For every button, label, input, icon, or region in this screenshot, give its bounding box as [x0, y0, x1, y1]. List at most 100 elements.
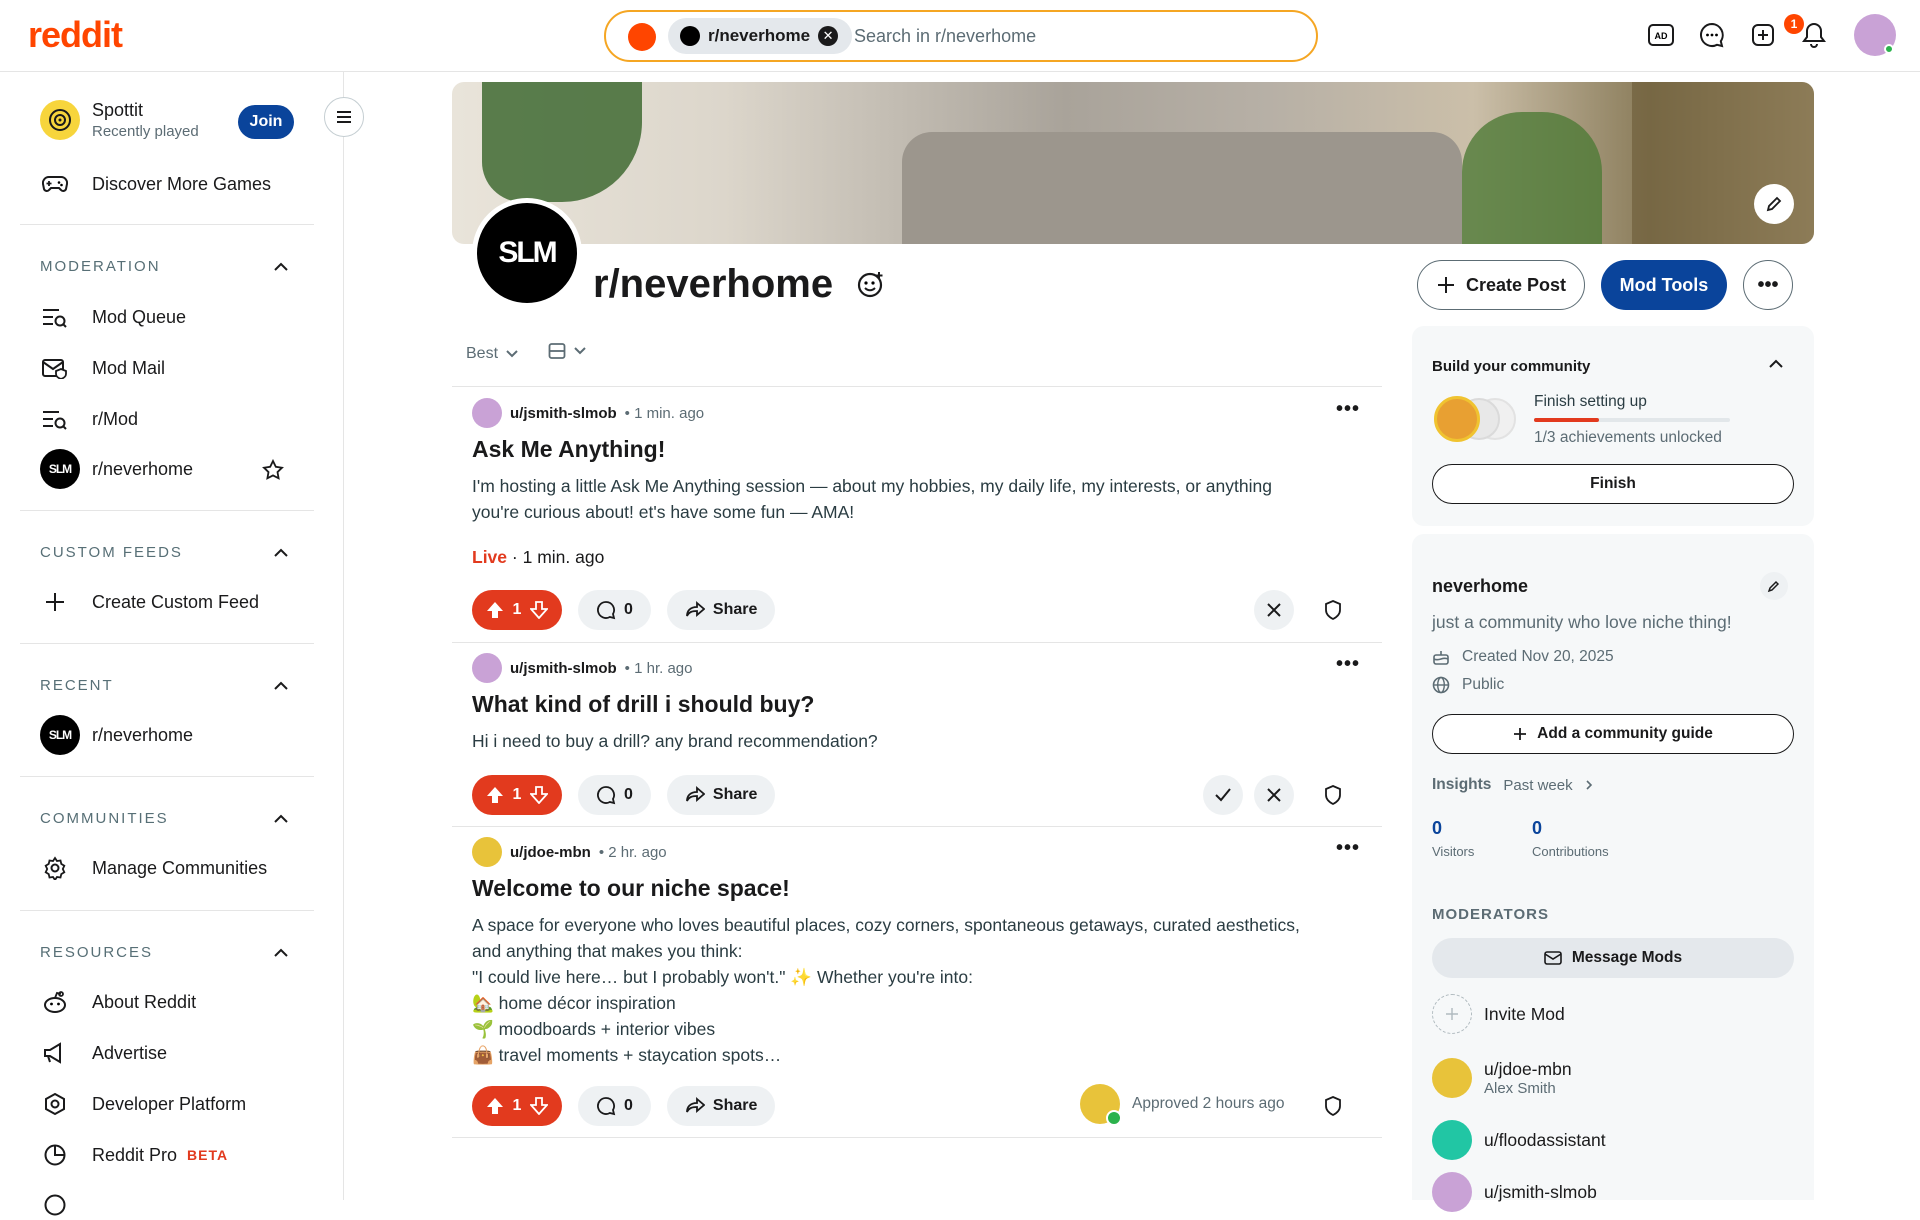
post-author[interactable]: u/jsmith-slmob: [510, 660, 617, 677]
moderator-row[interactable]: u/jdoe-mbn Alex Smith: [1432, 1058, 1572, 1098]
invite-mod-row[interactable]: Invite Mod: [1432, 994, 1565, 1034]
chat-icon[interactable]: [1697, 20, 1727, 50]
remove-button[interactable]: [1254, 775, 1294, 815]
sidebar-item-about-reddit[interactable]: About Reddit: [40, 987, 196, 1017]
chevron-up-icon[interactable]: [272, 810, 290, 828]
share-label: Share: [712, 601, 758, 618]
section-communities[interactable]: COMMUNITIES: [40, 810, 169, 827]
chevron-up-icon[interactable]: [272, 258, 290, 276]
discover-games[interactable]: Discover More Games: [40, 169, 271, 199]
section-custom-feeds[interactable]: CUSTOM FEEDS: [40, 544, 183, 561]
moderator-row[interactable]: u/jsmith-slmob: [1432, 1172, 1597, 1212]
post-options-button[interactable]: •••: [1336, 837, 1360, 860]
sidebar-item-developer-platform[interactable]: Developer Platform: [40, 1089, 246, 1119]
comments-button[interactable]: 0: [578, 1086, 651, 1126]
sidebar-item-r-mod[interactable]: r/Mod: [40, 404, 138, 434]
collapse-sidebar-button[interactable]: [324, 97, 364, 137]
chevron-up-icon[interactable]: [272, 544, 290, 562]
downvote-icon[interactable]: [529, 601, 548, 619]
post-body-line: A space for everyone who loves beautiful…: [472, 915, 1300, 935]
live-badge: Live: [472, 547, 508, 567]
upvote-icon[interactable]: [486, 601, 504, 619]
post-title[interactable]: Welcome to our niche space!: [472, 875, 1372, 902]
edit-banner-button[interactable]: [1754, 184, 1794, 224]
add-community-guide-button[interactable]: Add a community guide: [1432, 714, 1794, 754]
chevron-up-icon[interactable]: [272, 944, 290, 962]
create-custom-feed[interactable]: Create Custom Feed: [40, 587, 259, 617]
chevron-up-icon[interactable]: [272, 677, 290, 695]
post-card[interactable]: u/jdoe-mbn • 2 hr. ago Welcome to our ni…: [472, 837, 1372, 1068]
user-avatar[interactable]: [472, 398, 502, 428]
approve-button[interactable]: [1203, 775, 1243, 815]
user-avatar[interactable]: [1854, 14, 1896, 56]
comments-button[interactable]: 0: [578, 590, 651, 630]
section-resources[interactable]: RESOURCES: [40, 944, 153, 961]
downvote-icon[interactable]: [529, 786, 548, 804]
style-editor-icon[interactable]: [856, 270, 886, 300]
star-icon[interactable]: [262, 459, 284, 481]
search-bar[interactable]: r/neverhome ✕ Search in r/neverhome: [604, 10, 1318, 62]
manage-communities[interactable]: Manage Communities: [40, 853, 267, 883]
sidebar-item-mod-queue[interactable]: Mod Queue: [40, 302, 186, 332]
divider: [20, 224, 314, 225]
chevron-down-icon: [574, 347, 586, 355]
join-button[interactable]: Join: [238, 105, 294, 139]
game-spottit[interactable]: Spottit Recently played: [40, 100, 199, 140]
top-bar: reddit r/neverhome ✕ Search in r/neverho…: [0, 0, 1920, 72]
view-dropdown[interactable]: [548, 342, 586, 360]
divider: [452, 1137, 1382, 1138]
upvote-icon[interactable]: [486, 1097, 504, 1115]
create-icon[interactable]: [1748, 20, 1778, 50]
create-post-button[interactable]: Create Post: [1417, 260, 1585, 310]
reddit-logo[interactable]: reddit: [28, 14, 123, 56]
post-card[interactable]: u/jsmith-slmob • 1 hr. ago What kind of …: [472, 653, 1372, 754]
share-button[interactable]: Share: [666, 1086, 776, 1126]
more-options-button[interactable]: •••: [1743, 260, 1793, 310]
sidebar-item-r-neverhome[interactable]: SLM r/neverhome: [40, 449, 193, 489]
sort-dropdown[interactable]: Best: [466, 345, 518, 363]
upvote-icon[interactable]: [486, 786, 504, 804]
vote-control[interactable]: 1: [472, 590, 562, 630]
sidebar-item-mod-mail[interactable]: Mod Mail: [40, 353, 165, 383]
divider: [20, 776, 314, 777]
post-card[interactable]: u/jsmith-slmob • 1 min. ago Ask Me Anyth…: [472, 398, 1372, 568]
post-options-button[interactable]: •••: [1336, 653, 1360, 676]
chevron-up-icon[interactable]: [1768, 358, 1784, 370]
sidebar-item-advertise[interactable]: Advertise: [40, 1038, 167, 1068]
user-avatar[interactable]: [472, 653, 502, 683]
post-options-button[interactable]: •••: [1336, 398, 1360, 421]
remove-button[interactable]: [1254, 590, 1294, 630]
sidebar-item-reddit-pro[interactable]: Reddit Pro BETA: [40, 1140, 228, 1170]
post-title[interactable]: Ask Me Anything!: [472, 436, 1372, 463]
sidebar-item-partial[interactable]: [40, 1190, 92, 1220]
downvote-icon[interactable]: [529, 1097, 548, 1115]
mod-tools-button[interactable]: Mod Tools: [1601, 260, 1727, 310]
section-recent[interactable]: RECENT: [40, 677, 114, 694]
mod-shield-button[interactable]: [1313, 775, 1353, 815]
edit-about-button[interactable]: [1760, 572, 1788, 600]
search-input[interactable]: Search in r/neverhome: [854, 26, 1036, 47]
message-mods-button[interactable]: Message Mods: [1432, 938, 1794, 978]
insights-row[interactable]: Insights Past week: [1432, 776, 1593, 794]
recent-r-neverhome[interactable]: SLM r/neverhome: [40, 715, 193, 755]
ads-icon[interactable]: AD: [1646, 20, 1676, 50]
post-author[interactable]: u/jdoe-mbn: [510, 844, 591, 861]
share-button[interactable]: Share: [666, 590, 776, 630]
vote-control[interactable]: 1: [472, 775, 562, 815]
clear-scope-icon[interactable]: ✕: [818, 26, 839, 46]
comments-button[interactable]: 0: [578, 775, 651, 815]
section-moderation[interactable]: MODERATION: [40, 258, 161, 275]
mod-shield-button[interactable]: [1313, 1086, 1353, 1126]
mod-shield-button[interactable]: [1313, 590, 1353, 630]
moderator-row[interactable]: u/floodassistant: [1432, 1120, 1606, 1160]
user-avatar[interactable]: [472, 837, 502, 867]
live-status: Live · 1 min. ago: [472, 547, 1372, 568]
vote-control[interactable]: 1: [472, 1086, 562, 1126]
share-button[interactable]: Share: [666, 775, 776, 815]
finish-button[interactable]: Finish: [1432, 464, 1794, 504]
about-name: neverhome: [1432, 576, 1529, 596]
search-scope-chip[interactable]: r/neverhome ✕: [668, 18, 853, 54]
post-title[interactable]: What kind of drill i should buy?: [472, 691, 1372, 718]
post-author[interactable]: u/jsmith-slmob: [510, 405, 617, 422]
share-icon: [686, 786, 705, 802]
